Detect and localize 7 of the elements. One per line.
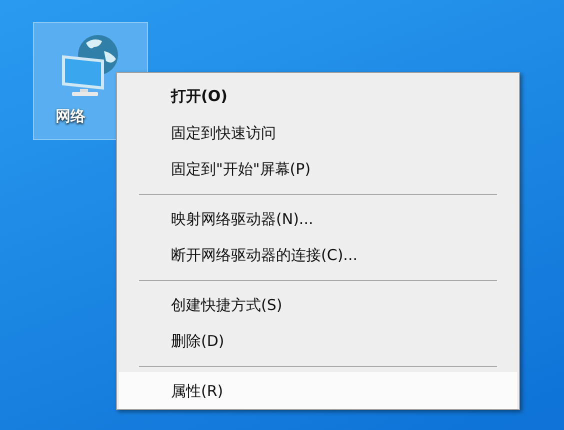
menu-item[interactable]: 映射网络驱动器(N)... bbox=[119, 200, 517, 238]
menu-item[interactable]: 删除(D) bbox=[119, 323, 517, 360]
icon-label: 网络 bbox=[56, 106, 86, 127]
menu-item[interactable]: 创建快捷方式(S) bbox=[119, 286, 517, 324]
menu-item[interactable]: 断开网络驱动器的连接(C)... bbox=[119, 237, 517, 274]
menu-item[interactable]: 属性(R) bbox=[119, 372, 517, 410]
menu-item[interactable]: 固定到"开始"屏幕(P) bbox=[119, 151, 517, 188]
